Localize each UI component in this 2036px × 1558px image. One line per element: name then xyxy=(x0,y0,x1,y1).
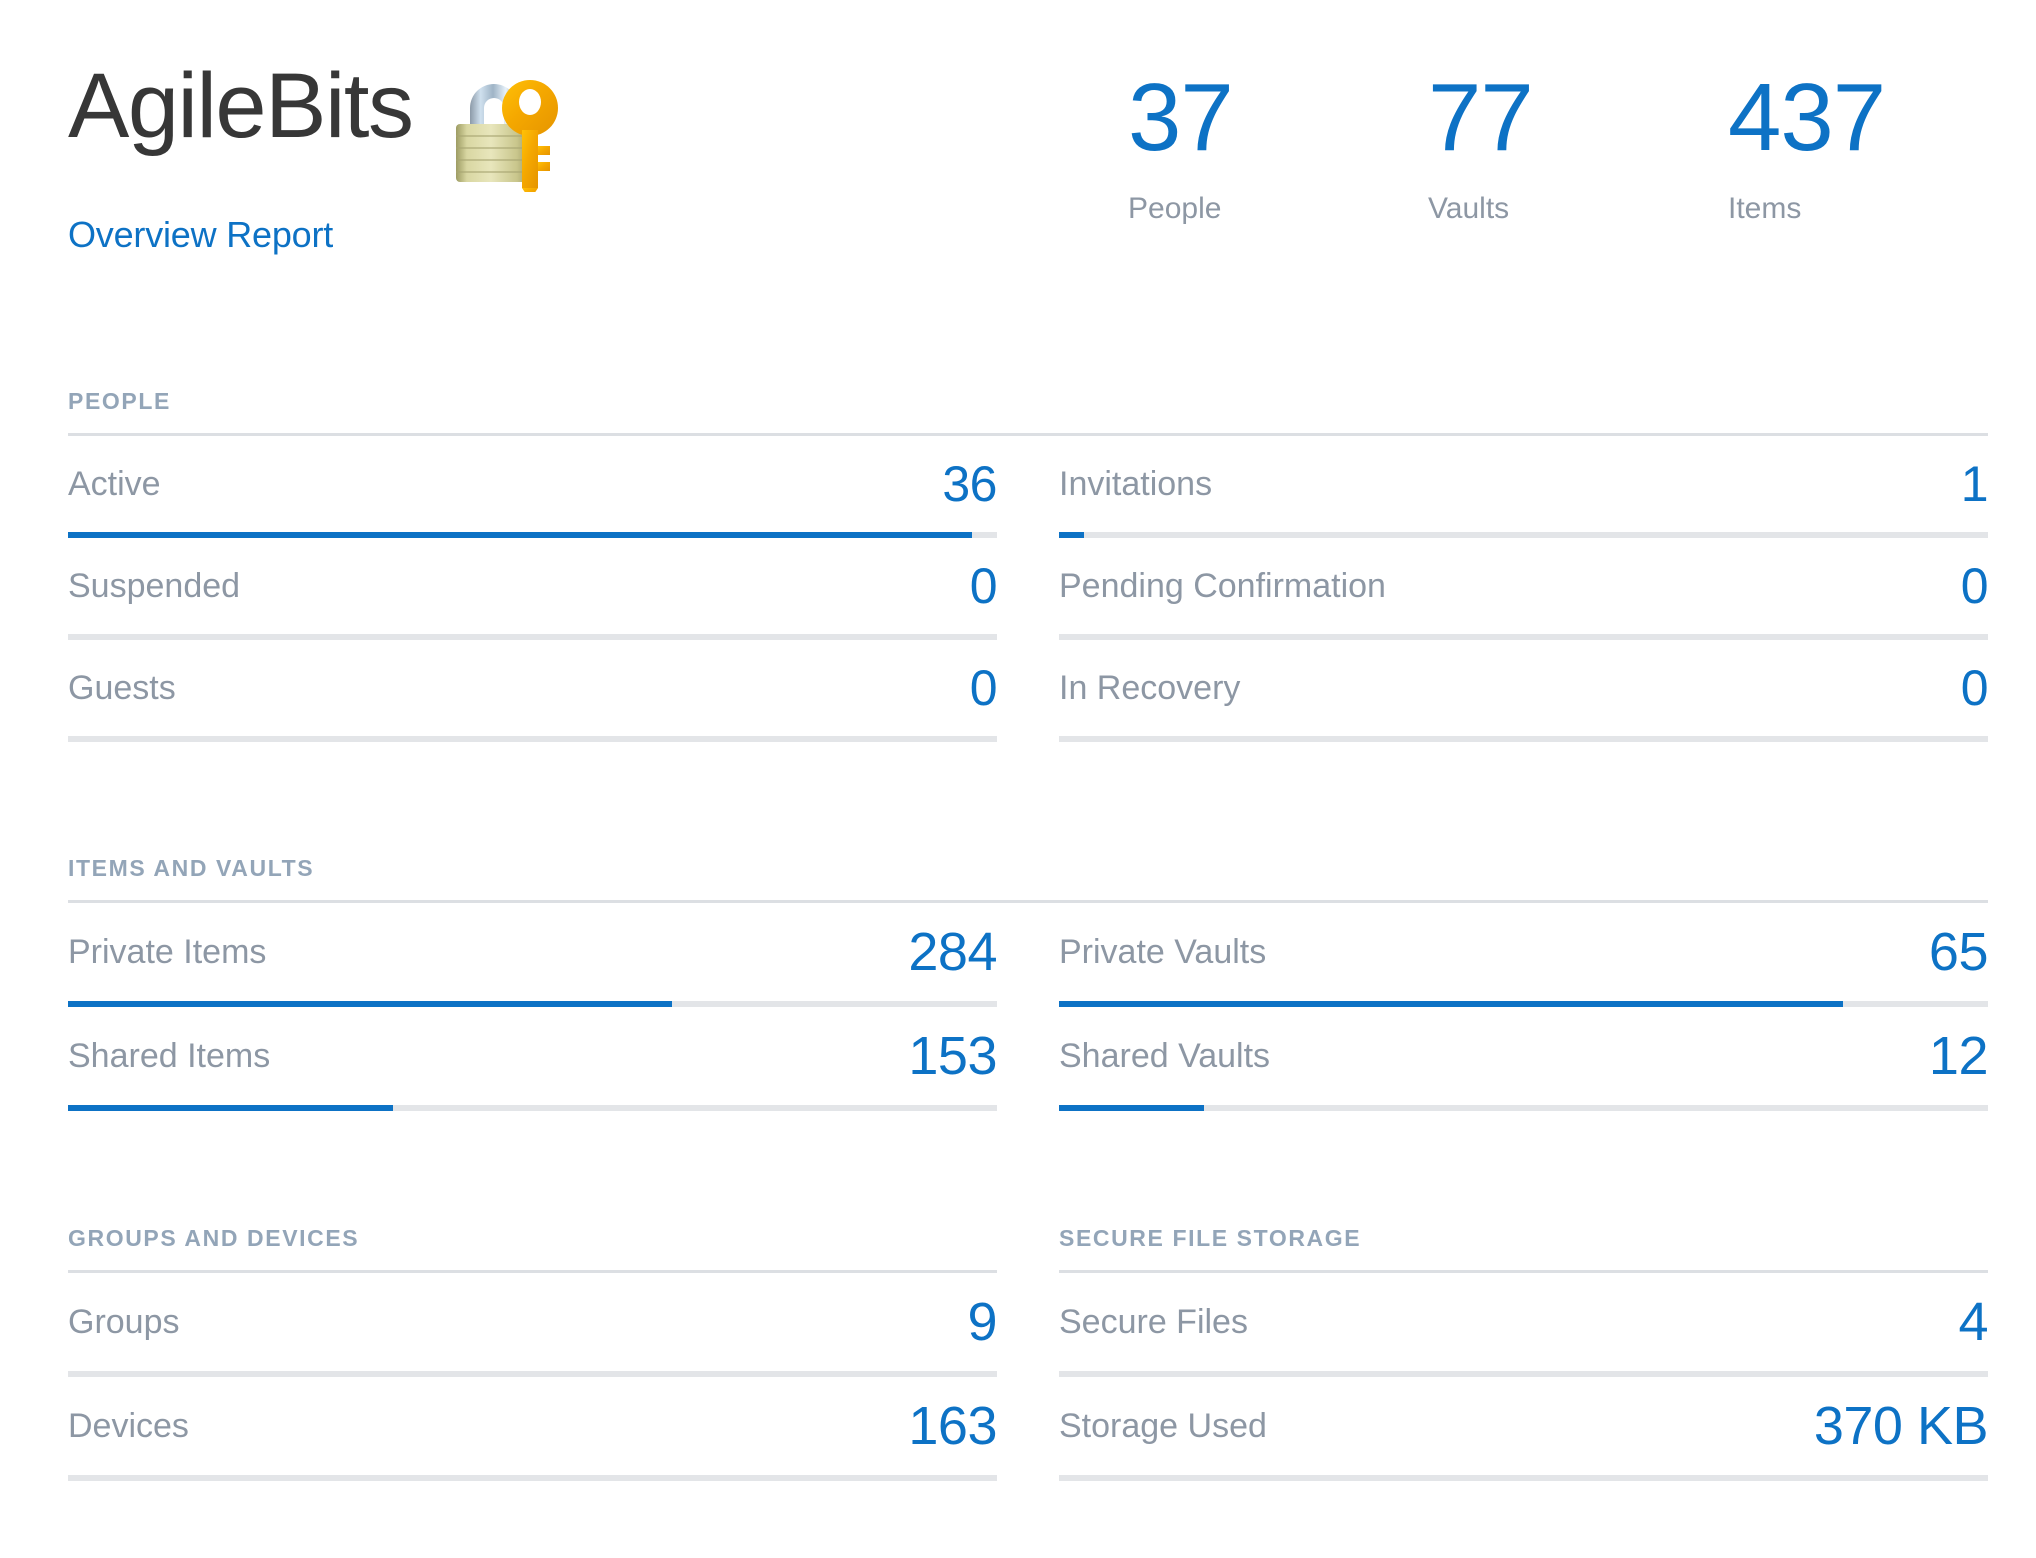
items-left-column: Private Items 284 Shared Items 153 xyxy=(68,903,997,1111)
row-shared-items: Shared Items 153 xyxy=(68,1007,997,1111)
row-shared-vaults-bar xyxy=(1059,1105,1988,1111)
row-shared-items-bar-fill xyxy=(68,1105,394,1111)
row-groups: Groups 9 xyxy=(68,1273,997,1377)
section-secure-file-storage-header: SECURE FILE STORAGE xyxy=(1059,1225,1988,1273)
kpi-people: 37 People xyxy=(1128,70,1428,226)
split-section-headers: GROUPS AND DEVICES SECURE FILE STORAGE xyxy=(68,1225,1988,1273)
kpi-vaults: 77 Vaults xyxy=(1428,70,1728,226)
row-active-label: Active xyxy=(68,464,161,503)
row-invitations: Invitations 1 xyxy=(1059,436,1989,538)
section-people-title: PEOPLE xyxy=(68,388,171,414)
brand-block: AgileBits Overview Report xyxy=(68,60,562,256)
section-groups-storage-columns: Groups 9 Devices 163 Secure Files 4 Stor… xyxy=(68,1273,1989,1481)
row-devices-divider xyxy=(68,1475,997,1481)
row-pending-confirmation-label: Pending Confirmation xyxy=(1059,566,1386,605)
kpi-people-label: People xyxy=(1128,192,1222,225)
row-private-items: Private Items 284 xyxy=(68,903,997,1007)
kpi-summary: 37 People 77 Vaults 437 Items xyxy=(1128,70,2028,226)
kpi-vaults-value: 77 xyxy=(1428,64,1534,171)
row-active: Active 36 xyxy=(68,436,997,538)
row-secure-files-label: Secure Files xyxy=(1059,1302,1248,1341)
row-suspended-value: 0 xyxy=(969,558,998,614)
row-active-value: 36 xyxy=(942,456,997,512)
report-subtitle: Overview Report xyxy=(68,214,334,255)
brand-row: AgileBits xyxy=(68,55,562,200)
row-shared-items-value: 153 xyxy=(908,1026,997,1086)
section-groups-and-devices-header: GROUPS AND DEVICES xyxy=(68,1225,997,1273)
section-people: PEOPLE Active 36 Suspended 0 Guests 0 In… xyxy=(68,388,1989,742)
row-suspended-label: Suspended xyxy=(68,566,241,605)
row-guests-value: 0 xyxy=(969,660,998,716)
people-right-column: Invitations 1 Pending Confirmation 0 In … xyxy=(1059,436,1989,742)
section-items-and-vaults-header: ITEMS AND VAULTS xyxy=(68,855,1988,903)
row-shared-vaults-label: Shared Vaults xyxy=(1059,1036,1271,1075)
row-shared-vaults: Shared Vaults 12 xyxy=(1059,1007,1989,1111)
closed-lock-with-key-icon xyxy=(434,64,562,200)
row-private-vaults: Private Vaults 65 xyxy=(1059,903,1989,1007)
kpi-items-label: Items xyxy=(1728,192,1802,225)
row-shared-vaults-bar-fill xyxy=(1059,1105,1204,1111)
report-header: AgileBits Overview Report 37 People 77 V… xyxy=(68,60,1988,280)
row-devices: Devices 163 xyxy=(68,1377,997,1481)
row-private-items-value: 284 xyxy=(908,922,997,982)
overview-report-page: AgileBits Overview Report 37 People 77 V… xyxy=(0,0,2036,1558)
people-left-column: Active 36 Suspended 0 Guests 0 xyxy=(68,436,998,742)
vaults-right-column: Private Vaults 65 Shared Vaults 12 xyxy=(1059,903,1989,1111)
row-shared-items-bar xyxy=(68,1105,997,1111)
row-private-items-label: Private Items xyxy=(68,932,267,971)
section-groups-devices-storage: GROUPS AND DEVICES SECURE FILE STORAGE G… xyxy=(68,1225,1989,1481)
row-in-recovery-bar xyxy=(1059,736,1988,742)
row-guests: Guests 0 xyxy=(68,640,998,742)
section-people-columns: Active 36 Suspended 0 Guests 0 Invitatio… xyxy=(68,436,1989,742)
kpi-vaults-label: Vaults xyxy=(1428,192,1510,225)
section-items-and-vaults: ITEMS AND VAULTS Private Items 284 Share… xyxy=(68,855,1989,1111)
row-guests-label: Guests xyxy=(68,668,176,707)
groups-devices-column: Groups 9 Devices 163 xyxy=(68,1273,997,1481)
row-shared-items-label: Shared Items xyxy=(68,1036,271,1075)
kpi-items: 437 Items xyxy=(1728,70,2028,226)
row-in-recovery-label: In Recovery xyxy=(1059,668,1241,707)
kpi-people-value: 37 xyxy=(1128,64,1234,171)
row-devices-value: 163 xyxy=(908,1396,997,1456)
page-title: AgileBits xyxy=(68,55,414,157)
row-suspended: Suspended 0 xyxy=(68,538,998,640)
row-storage-used: Storage Used 370 KB xyxy=(1059,1377,1989,1481)
row-pending-confirmation-value: 0 xyxy=(1960,558,1989,614)
row-secure-files-value: 4 xyxy=(1958,1292,1988,1352)
row-storage-used-label: Storage Used xyxy=(1059,1406,1267,1445)
row-storage-used-value: 370 KB xyxy=(1813,1396,1989,1456)
row-groups-value: 9 xyxy=(967,1292,997,1352)
row-private-vaults-label: Private Vaults xyxy=(1059,932,1267,971)
row-devices-label: Devices xyxy=(68,1406,189,1445)
row-storage-used-divider xyxy=(1059,1475,1988,1481)
section-people-header: PEOPLE xyxy=(68,388,1988,436)
row-groups-label: Groups xyxy=(68,1302,180,1341)
row-in-recovery-value: 0 xyxy=(1960,660,1989,716)
row-in-recovery: In Recovery 0 xyxy=(1059,640,1989,742)
row-invitations-value: 1 xyxy=(1960,456,1989,512)
kpi-items-value: 437 xyxy=(1728,64,1886,171)
secure-file-storage-column: Secure Files 4 Storage Used 370 KB xyxy=(1059,1273,1989,1481)
section-secure-file-storage-title: SECURE FILE STORAGE xyxy=(1059,1225,1362,1251)
section-groups-and-devices-title: GROUPS AND DEVICES xyxy=(68,1225,360,1251)
row-pending-confirmation: Pending Confirmation 0 xyxy=(1059,538,1989,640)
section-items-and-vaults-columns: Private Items 284 Shared Items 153 Priva… xyxy=(68,903,1989,1111)
row-secure-files: Secure Files 4 xyxy=(1059,1273,1988,1377)
row-invitations-label: Invitations xyxy=(1059,464,1213,503)
section-items-and-vaults-title: ITEMS AND VAULTS xyxy=(68,855,315,881)
row-guests-bar xyxy=(68,736,997,742)
row-shared-vaults-value: 12 xyxy=(1928,1026,1989,1086)
row-private-vaults-value: 65 xyxy=(1928,922,1989,982)
